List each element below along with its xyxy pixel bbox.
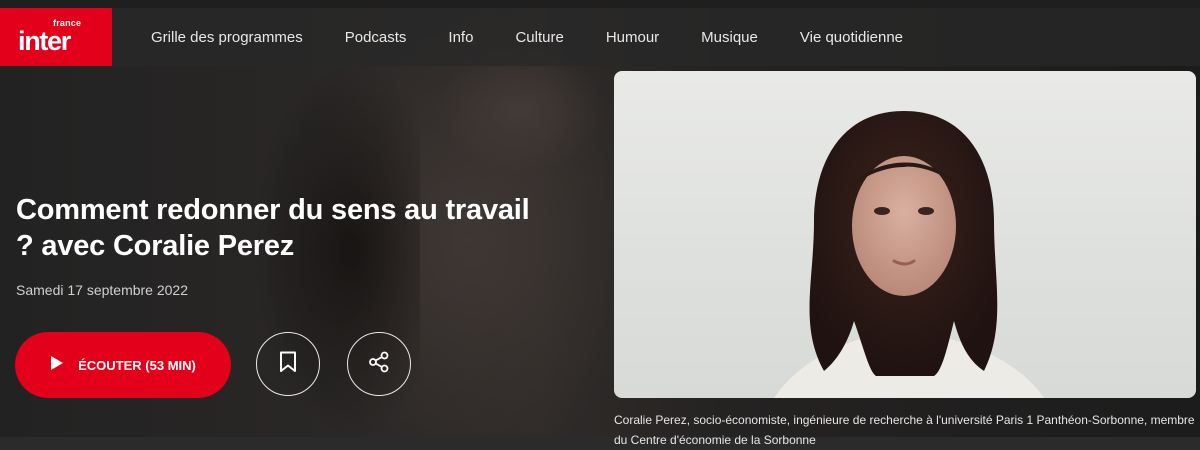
france-inter-logo[interactable]: france inter	[0, 8, 112, 66]
share-icon	[368, 351, 390, 378]
episode-title: Comment redonner du sens au travail ? av…	[16, 194, 530, 262]
listen-button-label: ÉCOUTER (53 MIN)	[78, 357, 196, 373]
nav-item-humour[interactable]: Humour	[585, 29, 680, 46]
nav-links: Grille des programmes Podcasts Info Cult…	[130, 8, 924, 66]
episode-date: Samedi 17 septembre 2022	[16, 282, 188, 298]
bookmark-icon	[279, 351, 297, 378]
nav-item-podcasts[interactable]: Podcasts	[324, 29, 428, 46]
nav-item-info[interactable]: Info	[427, 29, 494, 46]
listen-button[interactable]: ÉCOUTER (53 MIN)	[15, 332, 231, 398]
logo-inter-text: inter	[18, 26, 71, 56]
guest-photo	[614, 71, 1196, 398]
nav-item-musique[interactable]: Musique	[680, 29, 779, 46]
nav-item-vie-quotidienne[interactable]: Vie quotidienne	[779, 29, 924, 46]
top-strip	[0, 0, 1200, 8]
nav-item-grille-des-programmes[interactable]: Grille des programmes	[130, 29, 324, 46]
play-icon	[50, 355, 64, 376]
nav-item-culture[interactable]: Culture	[494, 29, 584, 46]
guest-portrait-illustration	[774, 111, 1044, 398]
share-button[interactable]	[347, 332, 411, 396]
bookmark-button[interactable]	[256, 332, 320, 396]
photo-caption: Coralie Perez, socio-économiste, ingénie…	[614, 413, 1195, 447]
